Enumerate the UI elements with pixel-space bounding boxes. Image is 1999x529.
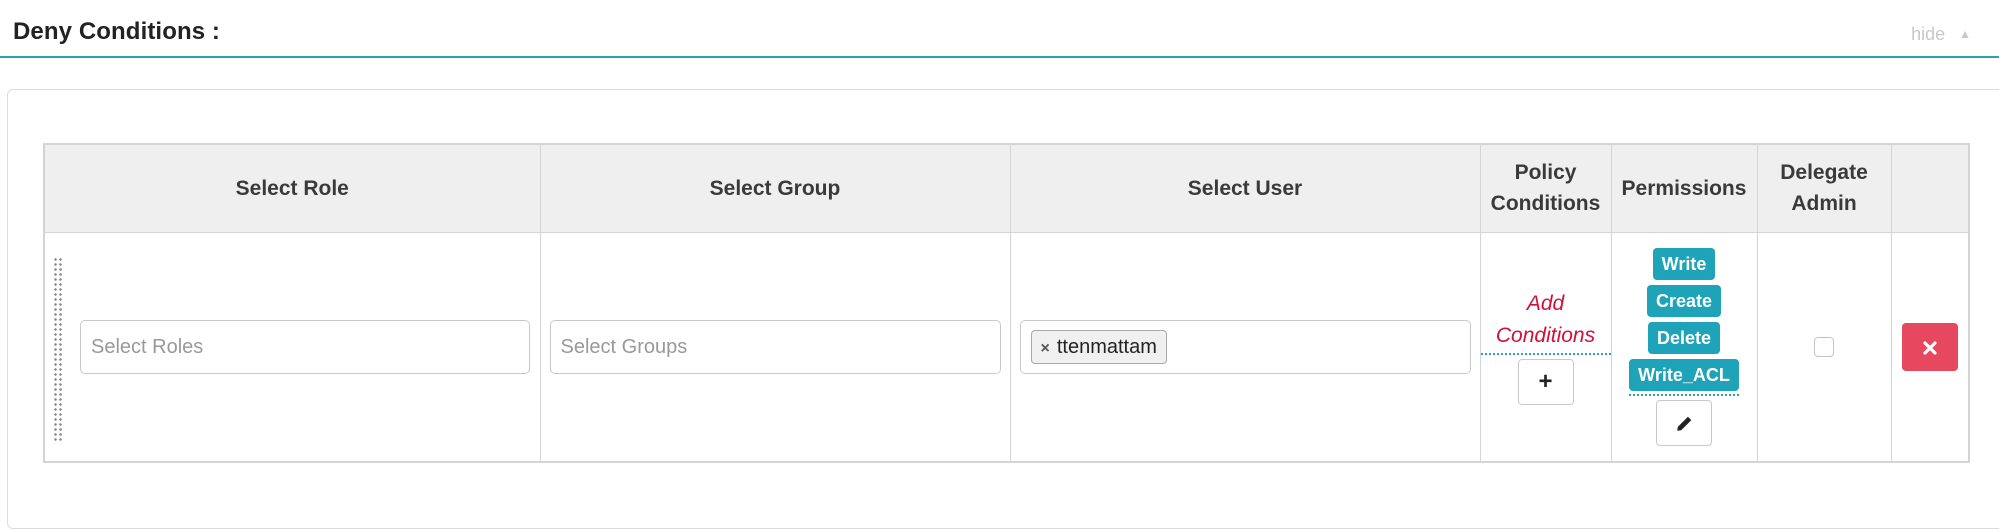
permission-badge-create: Create xyxy=(1646,284,1722,317)
delegate-admin-cell xyxy=(1756,231,1892,463)
delete-row-button[interactable] xyxy=(1901,322,1958,371)
select-groups-input[interactable]: Select Groups xyxy=(549,319,1001,374)
header-select-group: Select Group xyxy=(539,143,1011,233)
group-cell: Select Groups xyxy=(539,231,1011,463)
header-delegate-admin: Delegate Admin xyxy=(1756,143,1892,233)
header-select-role: Select Role xyxy=(43,143,541,233)
select-users-input[interactable]: × ttenmattam xyxy=(1019,319,1471,374)
permissions-list[interactable]: Write Create Delete Write_ACL xyxy=(1629,247,1739,396)
drag-handle-icon[interactable] xyxy=(53,256,63,441)
close-icon xyxy=(1923,341,1937,355)
user-tag-label: ttenmattam xyxy=(1056,335,1157,358)
deny-conditions-table: Select Role Select Group Select User Pol… xyxy=(43,143,1970,463)
section-title: Deny Conditions : xyxy=(13,18,221,45)
delete-cell xyxy=(1890,231,1970,463)
hide-toggle[interactable]: hide ▲ xyxy=(1911,24,1971,45)
select-roles-input[interactable]: Select Roles xyxy=(80,319,530,374)
header-policy-conditions: Policy Conditions xyxy=(1479,143,1612,233)
permission-badge-write: Write xyxy=(1652,247,1716,280)
add-conditions-link[interactable]: Add Conditions xyxy=(1480,288,1611,356)
policy-conditions-cell: Add Conditions + xyxy=(1479,231,1612,463)
user-tag: × ttenmattam xyxy=(1030,329,1167,364)
permission-badge-delete: Delete xyxy=(1647,321,1721,354)
table-row: Select Roles Select Groups × ttenmattam A… xyxy=(43,231,1970,463)
header-select-user: Select User xyxy=(1009,143,1481,233)
header-permissions: Permissions xyxy=(1610,143,1758,233)
user-cell: × ttenmattam xyxy=(1009,231,1481,463)
remove-tag-icon[interactable]: × xyxy=(1041,340,1050,357)
add-condition-button[interactable]: + xyxy=(1517,359,1574,406)
pencil-icon xyxy=(1677,416,1692,431)
section-header: Deny Conditions : hide ▲ xyxy=(0,0,1999,58)
permissions-cell: Write Create Delete Write_ACL xyxy=(1610,231,1758,463)
role-cell: Select Roles xyxy=(43,231,541,463)
chevron-up-icon: ▲ xyxy=(1959,27,1971,41)
add-conditions-wrapper: Add Conditions xyxy=(1480,288,1611,356)
table-header-row: Select Role Select Group Select User Pol… xyxy=(43,143,1970,233)
permissions-wrapper: Write Create Delete Write_ACL xyxy=(1612,247,1757,446)
delegate-admin-checkbox[interactable] xyxy=(1814,336,1834,357)
permission-badge-write-acl: Write_ACL xyxy=(1629,358,1739,391)
header-actions xyxy=(1890,143,1970,233)
edit-permissions-button[interactable] xyxy=(1656,399,1712,446)
hide-label: hide xyxy=(1911,24,1946,44)
